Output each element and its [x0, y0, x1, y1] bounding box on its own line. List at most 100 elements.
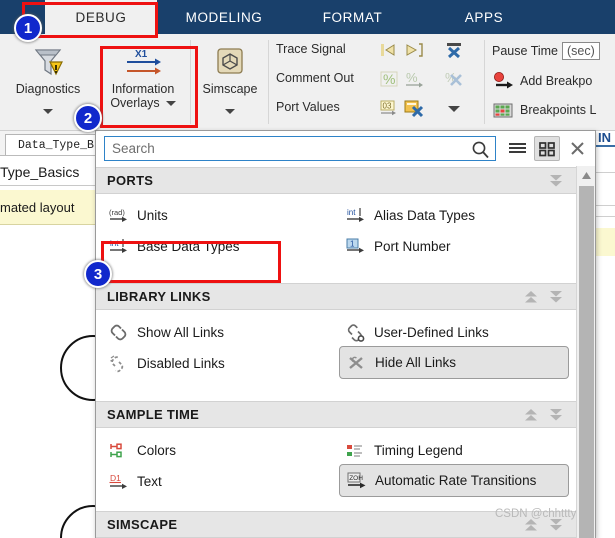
search-input[interactable]: Search: [104, 136, 496, 161]
svg-text:int: int: [110, 239, 119, 248]
port-value-remove-icon[interactable]: [403, 98, 425, 118]
information-overlays-button[interactable]: X1 Information Overlays: [98, 42, 188, 110]
section-title-sample-time: SAMPLE TIME: [107, 407, 200, 422]
ribbon-separator-2: [268, 40, 269, 124]
int-base-icon: int: [106, 237, 132, 257]
tab-modeling-label: MODELING: [185, 9, 263, 25]
comment-through-icon[interactable]: %: [403, 69, 425, 89]
gallery-item-user-defined-links[interactable]: User-Defined Links: [339, 317, 569, 348]
clear-trace-icon[interactable]: [443, 40, 465, 60]
annotation-badge-1: 1: [14, 14, 42, 42]
right-panel-label: IN: [598, 130, 611, 145]
information-overlays-label-line2: Overlays: [110, 96, 160, 110]
gallery-item-show-all-links[interactable]: Show All Links: [102, 317, 332, 348]
pause-time-command[interactable]: Pause Time (sec): [492, 42, 600, 60]
pause-time-input[interactable]: (sec): [562, 42, 600, 60]
canvas-note: mated layout: [0, 190, 100, 225]
cube-icon: [213, 42, 247, 82]
gallery-item-units[interactable]: (rad) Units: [102, 200, 332, 231]
collapse-all-icon[interactable]: [523, 288, 539, 311]
annotation-badge-1-label: 1: [23, 19, 33, 37]
link-icon: [106, 323, 132, 343]
gallery-item-alias-data-types-label: Alias Data Types: [374, 208, 476, 223]
tab-debug-label: DEBUG: [75, 9, 127, 25]
port-value-03-icon[interactable]: 03: [378, 98, 400, 118]
gallery-item-alias-data-types[interactable]: int Alias Data Types: [339, 200, 569, 231]
svg-text:D1: D1: [110, 473, 121, 483]
gallery-item-hide-all-links[interactable]: Hide All Links: [339, 346, 569, 379]
pause-time-label: Pause Time: [492, 44, 559, 58]
gallery-scrollbar[interactable]: [576, 166, 595, 538]
search-icon[interactable]: [471, 140, 490, 164]
expand-all-icon[interactable]: [548, 288, 564, 311]
gallery-item-user-defined-links-label: User-Defined Links: [374, 325, 489, 340]
add-breakpoint-icon: [492, 71, 514, 91]
gallery-item-base-data-types[interactable]: int Base Data Types: [102, 231, 332, 262]
annotation-badge-3-label: 3: [93, 265, 103, 283]
gallery-item-timing-legend-label: Timing Legend: [374, 443, 463, 458]
breadcrumb[interactable]: Type_Basics: [0, 159, 100, 186]
section-header-ports[interactable]: PORTS: [96, 167, 576, 194]
section-header-sample-time[interactable]: SAMPLE TIME: [96, 401, 576, 428]
comment-out-command[interactable]: Comment Out: [276, 71, 354, 85]
gallery-item-disabled-links-label: Disabled Links: [137, 356, 225, 371]
gallery-item-base-data-types-label: Base Data Types: [137, 239, 240, 254]
section-arrows-ports: [548, 172, 564, 195]
information-overlays-caret-icon[interactable]: [165, 100, 176, 106]
trace-back-icon[interactable]: [378, 40, 400, 60]
gallery-item-disabled-links[interactable]: Disabled Links: [102, 348, 332, 379]
simscape-caret-icon[interactable]: [225, 101, 235, 119]
scroll-up-icon[interactable]: [577, 166, 595, 184]
grid-view-icon[interactable]: [534, 136, 560, 161]
collapse-all-icon[interactable]: [523, 406, 539, 429]
int-alias-icon: int: [343, 206, 369, 226]
section-arrows-library-links: [523, 288, 564, 311]
port-values-command[interactable]: Port Values: [276, 100, 340, 114]
gallery-item-port-number[interactable]: 1 Port Number: [339, 231, 569, 262]
svg-text:(rad): (rad): [109, 208, 125, 217]
watermark: CSDN @chhttty: [495, 508, 577, 520]
gallery-search-bar: Search: [96, 131, 595, 166]
gallery-item-units-label: Units: [137, 208, 168, 223]
uncomment-icon[interactable]: %: [443, 69, 465, 89]
timing-legend-icon: [343, 441, 369, 461]
screenshot-root: Data_Type_B Type_Basics mated layout out…: [0, 0, 615, 538]
tab-debug[interactable]: DEBUG: [45, 0, 157, 34]
scrollbar-thumb[interactable]: [579, 186, 594, 538]
model-file-tab[interactable]: Data_Type_B: [5, 134, 100, 155]
section-title-simscape: SIMSCAPE: [107, 517, 178, 532]
add-breakpoint-command[interactable]: Add Breakpo: [492, 71, 592, 91]
zoh-rate-icon: ZOH: [344, 471, 370, 491]
gallery-item-timing-legend[interactable]: Timing Legend: [339, 435, 569, 466]
information-overlays-label-line1: Information: [111, 82, 175, 96]
list-view-icon[interactable]: [504, 136, 530, 161]
tab-apps[interactable]: APPS: [440, 0, 528, 34]
link-user-icon: [343, 323, 369, 343]
trace-signal-command[interactable]: Trace Signal: [276, 42, 346, 56]
gallery-item-colors[interactable]: Colors: [102, 435, 332, 466]
tab-modeling[interactable]: MODELING: [165, 0, 283, 34]
search-placeholder: Search: [112, 141, 155, 156]
gallery-item-automatic-rate-transitions-label: Automatic Rate Transitions: [375, 473, 537, 488]
expand-all-icon[interactable]: [548, 406, 564, 429]
trace-forward-icon[interactable]: [403, 40, 425, 60]
simscape-button[interactable]: Simscape: [193, 42, 267, 119]
port-values-more-caret-icon[interactable]: [443, 98, 465, 118]
breakpoints-list-icon: [492, 100, 514, 120]
diagnostics-caret-icon[interactable]: [43, 101, 53, 119]
tab-format[interactable]: FORMAT: [300, 0, 405, 34]
gallery-item-text[interactable]: D1 Text: [102, 466, 332, 497]
gallery-item-automatic-rate-transitions[interactable]: ZOH Automatic Rate Transitions: [339, 464, 569, 497]
gallery-item-hide-all-links-label: Hide All Links: [375, 355, 457, 370]
comment-percent-icon[interactable]: %: [378, 69, 400, 89]
section-header-library-links[interactable]: LIBRARY LINKS: [96, 283, 576, 310]
annotation-badge-2: 2: [74, 104, 102, 132]
funnel-warning-icon: [30, 42, 66, 82]
svg-text:ZOH: ZOH: [349, 475, 363, 482]
add-breakpoint-label: Add Breakpo: [520, 74, 593, 88]
svg-text:%: %: [406, 70, 418, 85]
close-icon[interactable]: [564, 136, 590, 161]
expand-all-icon[interactable]: [548, 172, 564, 195]
port-values-label: Port Values: [276, 100, 340, 114]
breakpoints-list-command[interactable]: Breakpoints L: [492, 100, 596, 120]
